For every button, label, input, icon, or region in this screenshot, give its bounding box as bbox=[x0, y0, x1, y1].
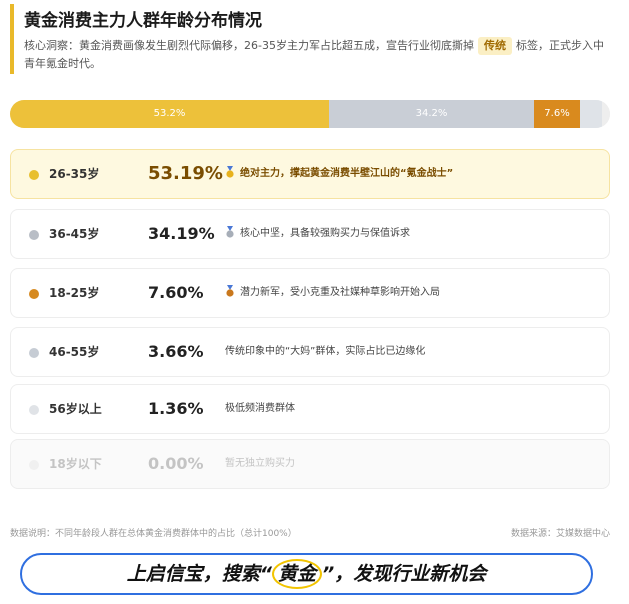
description-text: 极低频消费群体 bbox=[225, 403, 295, 414]
banner-after: ”，发现行业新机会 bbox=[322, 563, 487, 585]
age-group-percent: 53.19% bbox=[148, 163, 223, 184]
legend-dot bbox=[29, 289, 39, 299]
legend-dot bbox=[29, 348, 39, 358]
data-note: 数据说明：不同年龄段人群在总体黄金消费群体中的占比（总计100%） bbox=[10, 529, 297, 539]
age-group-percent: 0.00% bbox=[148, 454, 204, 473]
age-group-percent: 34.19% bbox=[148, 224, 215, 243]
banner-before: 上启信宝，搜索“ bbox=[126, 563, 272, 585]
bar-segment bbox=[580, 100, 602, 128]
description-text: 暂无独立购买力 bbox=[225, 458, 295, 469]
bar-segment-label: 7.6% bbox=[544, 108, 570, 119]
bar-segment-label: 34.2% bbox=[415, 108, 448, 119]
insight-before: 核心洞察：黄金消费画像发生剧烈代际偏移，26-35岁主力军占比超五成，宣告行业彻… bbox=[24, 39, 474, 52]
age-group-percent: 7.60% bbox=[148, 283, 204, 302]
header: 黄金消费主力人群年龄分布情况 核心洞察：黄金消费画像发生剧烈代际偏移，26-35… bbox=[10, 4, 624, 74]
insight-text: 核心洞察：黄金消费画像发生剧烈代际偏移，26-35岁主力军占比超五成，宣告行业彻… bbox=[24, 37, 614, 73]
age-group-row: 26-35岁 53.19% 绝对主力，撑起黄金消费半壁江山的“氪金战士” bbox=[10, 149, 610, 199]
gold-medal-icon bbox=[226, 166, 234, 178]
age-group-label: 56岁以上 bbox=[49, 402, 102, 416]
bronze-medal-icon bbox=[226, 285, 234, 297]
description-text: 绝对主力，撑起黄金消费半壁江山的“氪金战士” bbox=[240, 168, 454, 179]
promo-banner[interactable]: 上启信宝，搜索“ 黄金 ”，发现行业新机会 bbox=[20, 553, 593, 595]
age-group-percent: 1.36% bbox=[148, 399, 204, 418]
description-text: 传统印象中的“大妈”群体，实际占比已边缘化 bbox=[225, 346, 426, 357]
bar-segment bbox=[602, 100, 610, 128]
age-group-label: 18-25岁 bbox=[49, 286, 100, 300]
age-group-description: 潜力新军，受小克重及社媒种草影响开始入局 bbox=[225, 269, 440, 317]
age-group-row: 36-45岁 34.19% 核心中坚，具备较强购买力与保值诉求 bbox=[10, 209, 610, 259]
age-group-label: 18岁以下 bbox=[49, 457, 102, 471]
age-group-row: 56岁以上 1.36% 极低频消费群体 bbox=[10, 384, 610, 434]
legend-dot bbox=[29, 170, 39, 180]
age-group-row: 18-25岁 7.60% 潜力新军，受小克重及社媒种草影响开始入局 bbox=[10, 268, 610, 318]
age-group-description: 暂无独立购买力 bbox=[225, 440, 295, 488]
age-group-description: 极低频消费群体 bbox=[225, 385, 295, 433]
age-group-description: 绝对主力，撑起黄金消费半壁江山的“氪金战士” bbox=[225, 150, 453, 198]
age-group-percent: 3.66% bbox=[148, 342, 204, 361]
bar-segment-label: 53.2% bbox=[153, 108, 186, 119]
age-group-description: 传统印象中的“大妈”群体，实际占比已边缘化 bbox=[225, 328, 425, 376]
silver-medal-icon bbox=[226, 226, 234, 238]
age-group-description: 核心中坚，具备较强购买力与保值诉求 bbox=[225, 210, 410, 258]
legend-dot bbox=[29, 460, 39, 470]
legend-dot bbox=[29, 230, 39, 240]
description-text: 核心中坚，具备较强购买力与保值诉求 bbox=[240, 228, 410, 239]
insight-tag: 传统 bbox=[477, 37, 512, 55]
stacked-distribution-bar: 53.2% 34.2% 7.6% bbox=[10, 100, 610, 128]
page-title: 黄金消费主力人群年龄分布情况 bbox=[24, 11, 262, 31]
age-group-row: 18岁以下 0.00% 暂无独立购买力 bbox=[10, 439, 610, 489]
age-group-label: 36-45岁 bbox=[49, 227, 100, 241]
data-source: 数据来源：艾媒数据中心 bbox=[510, 529, 610, 539]
description-text: 潜力新军，受小克重及社媒种草影响开始入局 bbox=[240, 287, 440, 298]
age-group-label: 46-55岁 bbox=[49, 345, 100, 359]
legend-dot bbox=[29, 405, 39, 415]
age-group-label: 26-35岁 bbox=[49, 167, 100, 181]
promo-banner-text: 上启信宝，搜索“ 黄金 ”，发现行业新机会 bbox=[22, 555, 591, 593]
age-group-row: 46-55岁 3.66% 传统印象中的“大妈”群体，实际占比已边缘化 bbox=[10, 327, 610, 377]
banner-keyword: 黄金 bbox=[271, 559, 322, 589]
